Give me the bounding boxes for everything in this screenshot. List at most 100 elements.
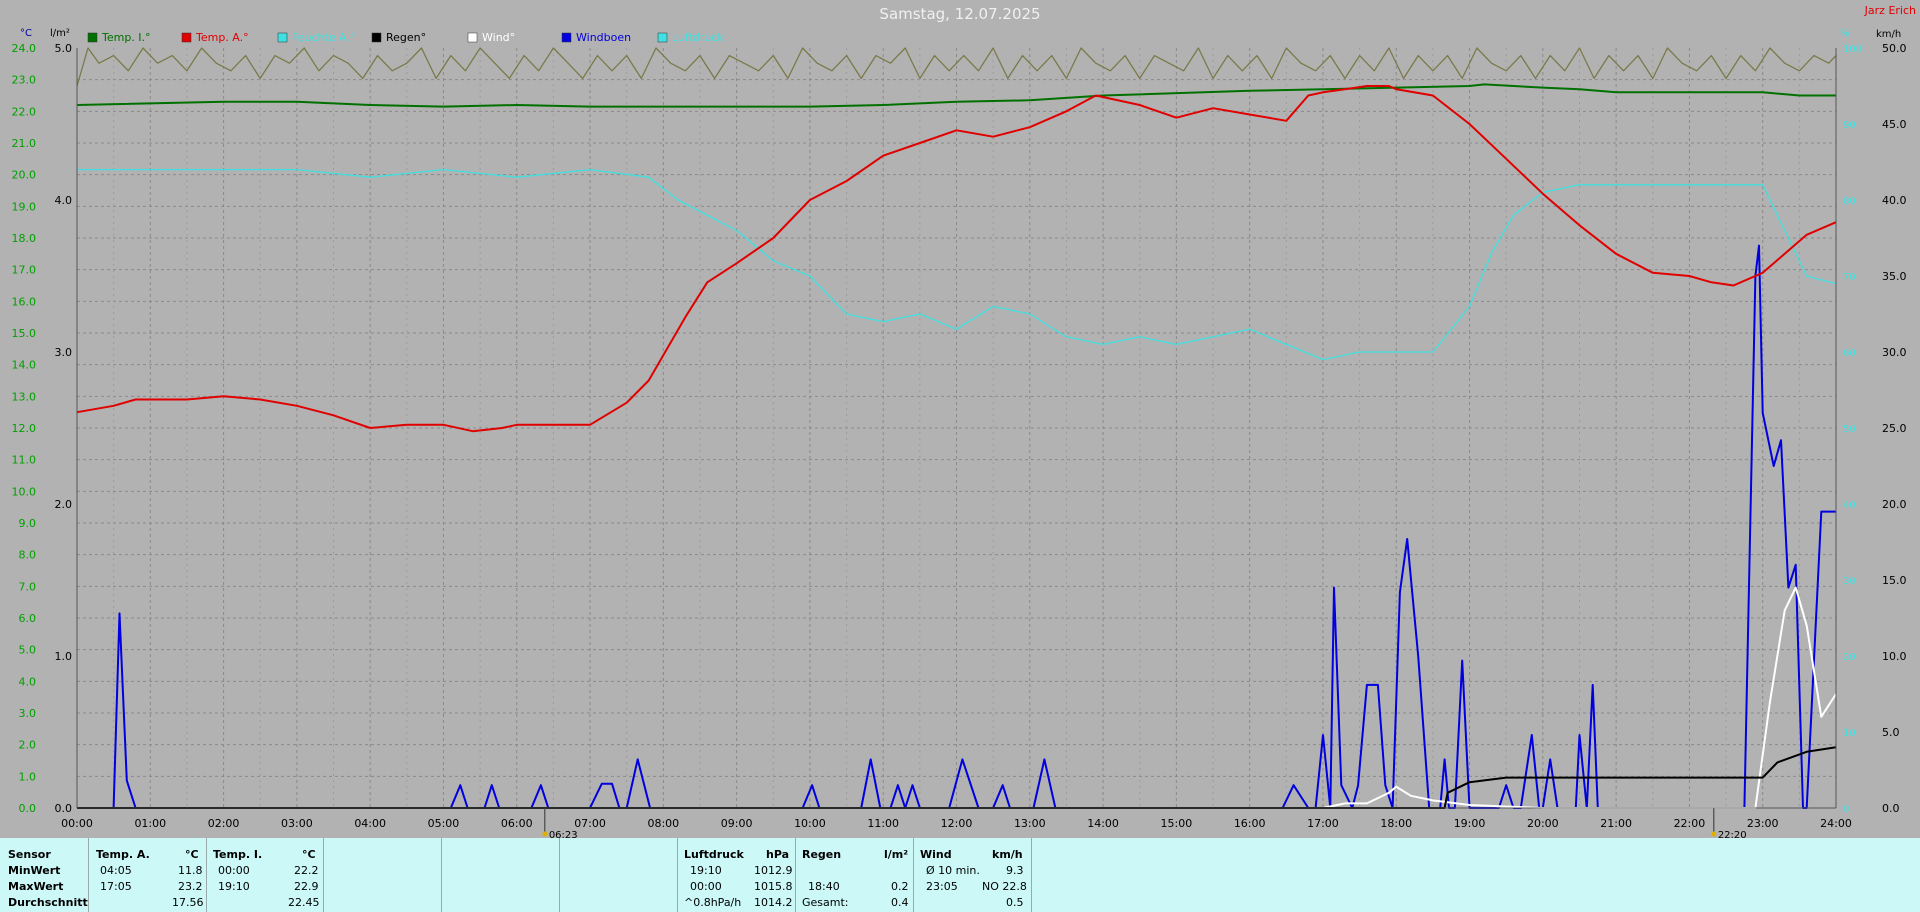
temp-tick-label: 24.0 xyxy=(12,42,37,55)
humidity-tick-label: 60 xyxy=(1843,348,1856,359)
temp-tick-label: 21.0 xyxy=(12,137,37,150)
x-tick-label: 13:00 xyxy=(1014,817,1046,830)
wind-tick-label: 30.0 xyxy=(1882,346,1907,359)
pressure-unit: hPa xyxy=(766,848,790,861)
pressure-max-time: 00:00 xyxy=(690,880,722,893)
wind-tick-label: 50.0 xyxy=(1882,42,1907,55)
x-tick-label: 19:00 xyxy=(1454,817,1486,830)
pressure-min-time: 19:10 xyxy=(690,864,722,877)
temp-a-unit: °C xyxy=(185,848,199,861)
x-tick-label: 14:00 xyxy=(1087,817,1119,830)
x-tick-label: 00:00 xyxy=(61,817,93,830)
panel-divider xyxy=(913,838,914,912)
panel-divider xyxy=(795,838,796,912)
row-label-max: MaxWert xyxy=(8,880,64,893)
wind-tick-label: 45.0 xyxy=(1882,118,1907,131)
temp-i-min-time: 00:00 xyxy=(218,864,250,877)
temp-tick-label: 17.0 xyxy=(12,264,37,277)
humidity-tick-label: 70 xyxy=(1843,272,1856,283)
x-tick-label: 05:00 xyxy=(428,817,460,830)
pressure-trend-value: 1014.2 xyxy=(754,896,793,909)
rain-total-label: Gesamt: xyxy=(802,896,849,909)
x-tick-label: 21:00 xyxy=(1600,817,1632,830)
legend-swatch xyxy=(657,32,668,43)
pressure-max: 1015.8 xyxy=(754,880,793,893)
panel-divider xyxy=(441,838,442,912)
wind-tick-label: 15.0 xyxy=(1882,574,1907,587)
row-label-min: MinWert xyxy=(8,864,61,877)
x-tick-label: 12:00 xyxy=(941,817,973,830)
legend-swatch xyxy=(277,32,288,43)
humidity-tick-label: 90 xyxy=(1843,120,1856,131)
humidity-tick-label: 0 xyxy=(1843,804,1849,815)
x-tick-label: 02:00 xyxy=(208,817,240,830)
x-tick-label: 10:00 xyxy=(794,817,826,830)
sunset-icon xyxy=(1711,831,1717,837)
temp-a-avg: 17.56 xyxy=(172,896,204,909)
wind-tick-label: 40.0 xyxy=(1882,194,1907,207)
temp-i-max: 22.9 xyxy=(294,880,319,893)
temp-tick-label: 6.0 xyxy=(19,612,37,625)
x-tick-label: 24:00 xyxy=(1820,817,1852,830)
temp-i-title: Temp. I. xyxy=(213,848,263,861)
humidity-tick-label: 30 xyxy=(1843,576,1856,587)
temp-a-max-time: 17:05 xyxy=(100,880,132,893)
humidity-tick-label: 40 xyxy=(1843,500,1856,511)
wind-max: NO 22.8 xyxy=(982,880,1027,893)
temp-tick-label: 5.0 xyxy=(19,644,37,657)
rain-title: Regen xyxy=(802,848,842,861)
x-tick-label: 17:00 xyxy=(1307,817,1339,830)
rain-max: 0.2 xyxy=(891,880,909,893)
rain-tick-label: 4.0 xyxy=(55,194,73,207)
rain-tick-label: 5.0 xyxy=(55,42,73,55)
x-tick-label: 07:00 xyxy=(574,817,606,830)
humidity-tick-label: 100 xyxy=(1843,44,1862,55)
panel-divider xyxy=(206,838,207,912)
temp-tick-label: 20.0 xyxy=(12,169,37,182)
temp-tick-label: 19.0 xyxy=(12,200,37,213)
panel-divider xyxy=(323,838,324,912)
rain-max-time: 18:40 xyxy=(808,880,840,893)
temp-tick-label: 7.0 xyxy=(19,580,37,593)
x-tick-label: 04:00 xyxy=(354,817,386,830)
temp-tick-label: 12.0 xyxy=(12,422,37,435)
temp-i-avg: 22.45 xyxy=(288,896,320,909)
rain-total: 0.4 xyxy=(891,896,909,909)
legend-swatch xyxy=(87,32,98,43)
weather-chart: 0.0 1.0 2.0 3.0 4.0 5.0 6.0 7.0 8.0 9.0 10.0 11.0 12… xyxy=(12,28,1907,838)
temp-tick-label: 3.0 xyxy=(19,707,37,720)
temp-i-min: 22.2 xyxy=(294,864,319,877)
rain-tick-label: 1.0 xyxy=(55,650,73,663)
temp-tick-label: 9.0 xyxy=(19,517,37,530)
temp-tick-label: 11.0 xyxy=(12,454,37,467)
legend-label: Temp. A.° xyxy=(195,31,249,44)
row-label-avg: Durchschnitt xyxy=(8,896,88,909)
temp-tick-label: 22.0 xyxy=(12,105,37,118)
wind-tick-label: 10.0 xyxy=(1882,650,1907,663)
temp-a-max: 23.2 xyxy=(178,880,203,893)
rain-tick-label: 0.0 xyxy=(55,802,73,815)
temp-tick-label: 23.0 xyxy=(12,74,37,87)
temp-a-title: Temp. A. xyxy=(96,848,150,861)
legend-label: Windboen xyxy=(576,31,631,44)
temp-tick-label: 16.0 xyxy=(12,295,37,308)
temp-tick-label: 15.0 xyxy=(12,327,37,340)
legend-swatch xyxy=(371,32,382,43)
chart-title: Samstag, 12.07.2025 xyxy=(879,5,1041,23)
legend-label: Wind° xyxy=(482,31,515,44)
x-tick-label: 22:00 xyxy=(1674,817,1706,830)
x-tick-label: 11:00 xyxy=(867,817,899,830)
wind-tick-label: 35.0 xyxy=(1882,270,1907,283)
wind-title: Wind xyxy=(920,848,952,861)
temp-a-min-time: 04:05 xyxy=(100,864,132,877)
author-label: Jarz Erich xyxy=(1864,4,1916,17)
x-tick-label: 08:00 xyxy=(647,817,679,830)
wind-avg: 9.3 xyxy=(1006,864,1024,877)
legend-swatch xyxy=(467,32,478,43)
x-tick-label: 06:00 xyxy=(501,817,533,830)
humidity-tick-label: 10 xyxy=(1843,728,1856,739)
temp-tick-label: 13.0 xyxy=(12,390,37,403)
temp-i-max-time: 19:10 xyxy=(218,880,250,893)
x-tick-label: 15:00 xyxy=(1161,817,1193,830)
humidity-tick-label: 50 xyxy=(1843,424,1856,435)
